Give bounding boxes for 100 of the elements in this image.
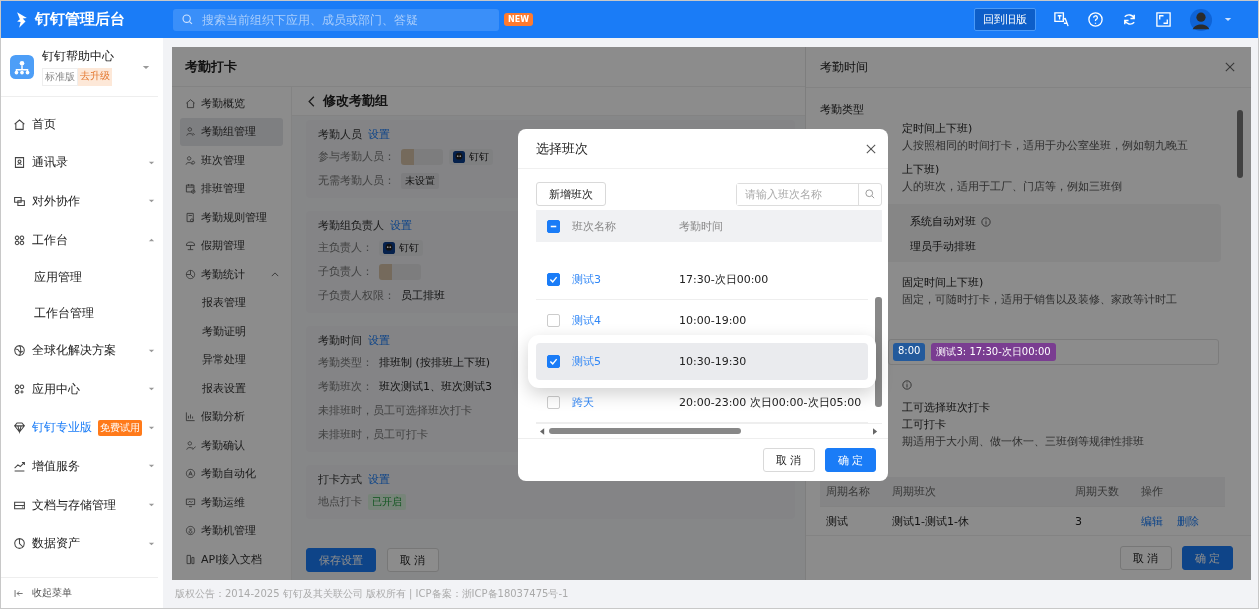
table-cell: 10:30-19:30 — [679, 354, 747, 368]
info-icon — [981, 216, 991, 227]
subnav-subitem[interactable]: 异常处理 — [180, 345, 283, 374]
subnav-item[interactable]: 考勤机管理 — [180, 516, 283, 545]
old-version-button[interactable]: 回到旧版 — [974, 8, 1036, 31]
subnav-item[interactable]: 排班管理 — [180, 174, 283, 203]
shift-tag-field[interactable]: 8:00 测试3: 17:30-次日00:00 — [888, 339, 1219, 365]
checkbox[interactable] — [547, 272, 560, 286]
subnav-item[interactable]: 考勤概览 — [180, 89, 283, 118]
table-cell-text: 3 — [1075, 514, 1083, 528]
upgrade-link[interactable]: 去升级 — [78, 68, 112, 86]
fullscreen-icon[interactable] — [1155, 11, 1172, 28]
shift-row[interactable]: 跨天 20:00-23:00 次日00:00-次日05:00 — [536, 382, 868, 423]
close-icon[interactable] — [866, 143, 876, 154]
add-shift-button[interactable]: 新增班次 — [536, 182, 606, 206]
sidebar-item[interactable]: 文档与存储管理 — [1, 485, 163, 525]
person-icon — [185, 126, 196, 138]
field-label: 考勤类型： — [318, 355, 373, 370]
sidebar-item[interactable]: 数据资产 — [1, 524, 163, 563]
subnav-item[interactable]: 考勤自动化 — [180, 459, 283, 488]
shift-row[interactable]: 测试3 17:30-次日00:00 — [536, 259, 868, 300]
subnav-item[interactable]: 假期管理 — [180, 231, 283, 260]
settings-link[interactable]: 设置 — [368, 471, 390, 487]
section-label: 考勤类型 — [820, 102, 865, 117]
checkbox[interactable] — [547, 395, 560, 409]
subnav-item[interactable]: 考勤组管理 — [180, 117, 283, 146]
search-field[interactable]: 搜索当前组织下应用、成员或部门、答疑 — [173, 8, 499, 31]
caret-icon[interactable] — [1224, 17, 1232, 22]
field-label: 子负责人权限： — [318, 288, 395, 303]
shift-search-field[interactable]: 请输入班次名称 — [736, 182, 882, 206]
cancel-button[interactable]: 取 消 — [387, 548, 439, 572]
checkbox[interactable] — [547, 354, 560, 368]
chat-squares-icon — [13, 195, 26, 208]
field-label: 参与考勤人员： — [318, 149, 395, 164]
back-icon[interactable] — [308, 95, 315, 107]
refresh-icon[interactable] — [1121, 11, 1138, 28]
checkbox[interactable] — [547, 313, 560, 327]
column-header: 考勤时间 — [679, 218, 723, 234]
subnav-item[interactable]: 考勤统计 — [180, 260, 283, 289]
cancel-button[interactable]: 取 消 — [763, 448, 815, 472]
settings-link[interactable]: 设置 — [390, 217, 412, 233]
column-header: 操作 — [1141, 484, 1163, 499]
column-header: 周期班次 — [892, 484, 937, 499]
row-action-link[interactable]: 删除 — [1177, 513, 1199, 529]
help-icon[interactable] — [1087, 11, 1104, 28]
subnav-item[interactable]: 考勤规则管理 — [180, 203, 283, 232]
sidebar-item[interactable]: 工作台 — [1, 220, 163, 260]
field-label: 子负责人： — [318, 264, 373, 279]
shift-name-link[interactable]: 跨天 — [572, 394, 679, 410]
table-cell: 17:30-次日00:00 — [679, 271, 769, 287]
cancel-button[interactable]: 取 消 — [1120, 546, 1172, 570]
sidebar-item[interactable]: 钉钉专业版 免费试用 — [1, 408, 163, 448]
sidebar-item[interactable]: 全球化解决方案 — [1, 331, 163, 370]
shift-name-link[interactable]: 测试5 — [572, 353, 679, 369]
search-icon[interactable] — [864, 188, 876, 200]
org-logo-icon — [10, 55, 34, 79]
sidebar-item[interactable]: 首页 — [1, 105, 163, 144]
subnav-subitem[interactable]: 考勤证明 — [180, 317, 283, 346]
form-title: 修改考勤组 — [323, 92, 388, 110]
avatar-icon[interactable] — [1189, 7, 1213, 32]
shift-name-link[interactable]: 测试3 — [572, 271, 679, 287]
subnav-subitem[interactable]: 报表设置 — [180, 374, 283, 403]
left-arrow-icon[interactable] — [540, 427, 545, 435]
subnav-item[interactable]: 假勤分析 — [180, 402, 283, 431]
document-icon — [185, 211, 196, 223]
settings-link[interactable]: 设置 — [368, 332, 390, 348]
translate-icon[interactable] — [1053, 11, 1070, 28]
status-tag: 未设置 — [401, 172, 439, 189]
confirm-button[interactable]: 确 定 — [1181, 546, 1233, 570]
sidebar-subitem[interactable]: 应用管理 — [1, 259, 163, 296]
save-button[interactable]: 保存设置 — [306, 548, 376, 572]
sidebar-item[interactable]: 应用中心 — [1, 369, 163, 409]
right-arrow-icon[interactable] — [873, 427, 878, 435]
collapse-icon[interactable] — [13, 587, 24, 599]
subnav-item[interactable]: 班次管理 — [180, 146, 283, 175]
sidebar-item[interactable]: 增值服务 — [1, 447, 163, 486]
subnav-item[interactable]: 考勤确认 — [180, 431, 283, 460]
field-label: 主负责人： — [318, 240, 373, 255]
close-icon[interactable] — [1225, 62, 1235, 72]
column-header: 周期名称 — [826, 484, 871, 499]
caret-icon[interactable] — [142, 64, 150, 70]
subnav-subitem[interactable]: 报表管理 — [180, 288, 283, 317]
option-description: 人按照相同的时间打卡，适用于办公室坐班，例如朝九晚五 — [902, 138, 1189, 154]
settings-link[interactable]: 设置 — [368, 126, 390, 142]
sidebar-item[interactable]: 对外协作 — [1, 182, 163, 221]
pie-chart-icon — [13, 537, 26, 551]
field-value: 排班制 (按排班上下班) — [379, 355, 491, 370]
select-all-checkbox[interactable] — [547, 219, 560, 233]
sidebar-subitem[interactable]: 工作台管理 — [1, 295, 163, 332]
subnav-item[interactable]: 考勤运维 — [180, 488, 283, 517]
sidebar-item[interactable]: 通讯录 — [1, 143, 163, 183]
subnav-item[interactable]: API接入文档 — [180, 545, 283, 574]
row-action-link[interactable]: 编辑 — [1141, 513, 1163, 529]
option-label: 工可打卡 — [902, 417, 947, 433]
option-label: 理员手动排班 — [910, 239, 976, 254]
shift-name-link[interactable]: 测试4 — [572, 312, 679, 328]
trial-badge: 免费试用 — [98, 419, 142, 436]
confirm-button[interactable]: 确 定 — [824, 448, 876, 472]
collapse-menu-link[interactable]: 收起菜单 — [32, 586, 72, 600]
field-label: 地点打卡 — [318, 494, 362, 509]
